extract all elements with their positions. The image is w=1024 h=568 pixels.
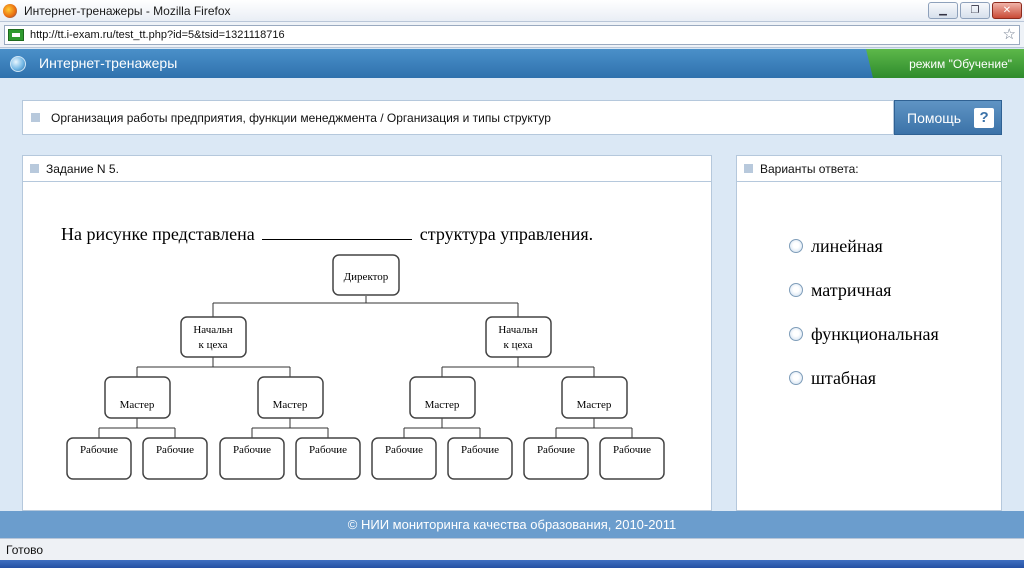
master-3-connector xyxy=(403,418,481,438)
radio-button[interactable] xyxy=(789,371,803,385)
status-text: Готово xyxy=(6,543,44,557)
answer-option[interactable]: штабная xyxy=(789,356,939,400)
workers-box: Рабочие xyxy=(66,437,132,480)
square-bullet-icon xyxy=(744,164,753,173)
copyright-text: © НИИ мониторинга качества образования, … xyxy=(347,517,677,532)
head-2-connector xyxy=(441,356,595,377)
app-header: Интернет-тренажеры режим "Обучение" xyxy=(0,49,1024,78)
answer-option[interactable]: линейная xyxy=(789,224,939,268)
chart-connectors xyxy=(98,296,633,438)
globe-logo-icon xyxy=(10,56,26,72)
head-box: Начальн к цеха xyxy=(485,316,552,358)
page-footer: © НИИ мониторинга качества образования, … xyxy=(0,511,1024,538)
answer-option[interactable]: функциональная xyxy=(789,312,939,356)
window-title: Интернет-тренажеры - Mozilla Firefox xyxy=(24,3,231,18)
head-box: Начальн к цеха xyxy=(180,316,247,358)
workers-box: Рабочие xyxy=(295,437,361,480)
workers-label: Рабочие xyxy=(233,444,271,456)
head-1-connector xyxy=(136,356,291,377)
answer-label[interactable]: матричная xyxy=(811,280,891,301)
breadcrumb-text: Организация работы предприятия, функции … xyxy=(51,110,551,125)
navigation-toolbar: http://tt.i-exam.ru/test_tt.php?id=5&tsi… xyxy=(0,22,1024,48)
director-box: Директор xyxy=(332,254,400,296)
workers-label: Рабочие xyxy=(385,444,423,456)
master-2-connector xyxy=(251,418,329,438)
master-label: Мастер xyxy=(120,399,155,411)
master-1-connector xyxy=(98,418,176,438)
master-box: Мастер xyxy=(257,376,324,419)
browser-title-bar: Интернет-тренажеры - Mozilla Firefox ▁ ❐… xyxy=(0,0,1024,22)
answer-option[interactable]: матричная xyxy=(789,268,939,312)
answer-label[interactable]: функциональная xyxy=(811,324,939,345)
workers-box: Рабочие xyxy=(142,437,208,480)
answers-title: Варианты ответа: xyxy=(760,161,859,176)
workers-box: Рабочие xyxy=(447,437,513,480)
head-label-line-1: Начальн xyxy=(498,324,537,336)
master-label: Мастер xyxy=(577,399,612,411)
os-taskbar xyxy=(0,560,1024,568)
task-panel: Задание N 5. На рисунке представлена стр… xyxy=(22,155,712,511)
breadcrumb: Организация работы предприятия, функции … xyxy=(22,100,894,135)
minimize-button[interactable]: ▁ xyxy=(928,2,958,19)
head-label-line-1: Начальн xyxy=(193,324,232,336)
answer-label[interactable]: линейная xyxy=(811,236,883,257)
master-box: Мастер xyxy=(104,376,171,419)
close-button[interactable]: ✕ xyxy=(992,2,1022,19)
help-button[interactable]: Помощь ? xyxy=(894,100,1002,135)
answers-list: линейная матричная функциональная штабна… xyxy=(789,224,939,400)
site-identity-icon[interactable] xyxy=(8,29,24,41)
master-4-connector xyxy=(555,418,633,438)
master-box: Мастер xyxy=(409,376,476,419)
help-label: Помощь xyxy=(907,109,962,126)
url-text[interactable]: http://tt.i-exam.ru/test_tt.php?id=5&tsi… xyxy=(30,29,285,41)
workers-box: Рабочие xyxy=(371,437,437,480)
master-label: Мастер xyxy=(273,399,308,411)
workers-box: Рабочие xyxy=(599,437,665,480)
app-title: Интернет-тренажеры xyxy=(39,55,178,71)
workers-box: Рабочие xyxy=(523,437,589,480)
browser-status-bar: Готово xyxy=(0,538,1024,560)
director-connector xyxy=(212,296,519,317)
url-field[interactable]: http://tt.i-exam.ru/test_tt.php?id=5&tsi… xyxy=(4,25,1020,45)
answers-panel-header: Варианты ответа: xyxy=(737,156,1001,182)
square-bullet-icon xyxy=(31,113,40,122)
master-box: Мастер xyxy=(561,376,628,419)
workers-box: Рабочие xyxy=(219,437,285,480)
org-chart-diagram: Директор Начальн к цеха Начальн к цеха М… xyxy=(66,254,665,480)
answer-label[interactable]: штабная xyxy=(811,368,876,389)
radio-button[interactable] xyxy=(789,327,803,341)
workers-label: Рабочие xyxy=(461,444,499,456)
answers-panel: Варианты ответа: линейная матричная функ… xyxy=(736,155,1002,511)
mode-label: режим "Обучение" xyxy=(909,57,1012,71)
star-icon[interactable]: ☆ xyxy=(1003,26,1016,44)
workers-label: Рабочие xyxy=(309,444,347,456)
master-label: Мастер xyxy=(425,399,460,411)
radio-button[interactable] xyxy=(789,283,803,297)
workers-label: Рабочие xyxy=(156,444,194,456)
maximize-button[interactable]: ❐ xyxy=(960,2,990,19)
workers-label: Рабочие xyxy=(613,444,651,456)
question-icon: ? xyxy=(974,107,995,128)
radio-button[interactable] xyxy=(789,239,803,253)
head-label-line-2: к цеха xyxy=(199,339,228,351)
workers-label: Рабочие xyxy=(537,444,575,456)
head-label-line-2: к цеха xyxy=(504,339,533,351)
window-controls: ▁ ❐ ✕ xyxy=(928,2,1022,19)
firefox-logo-icon xyxy=(3,3,17,18)
director-label: Директор xyxy=(344,271,389,283)
workers-label: Рабочие xyxy=(80,444,118,456)
